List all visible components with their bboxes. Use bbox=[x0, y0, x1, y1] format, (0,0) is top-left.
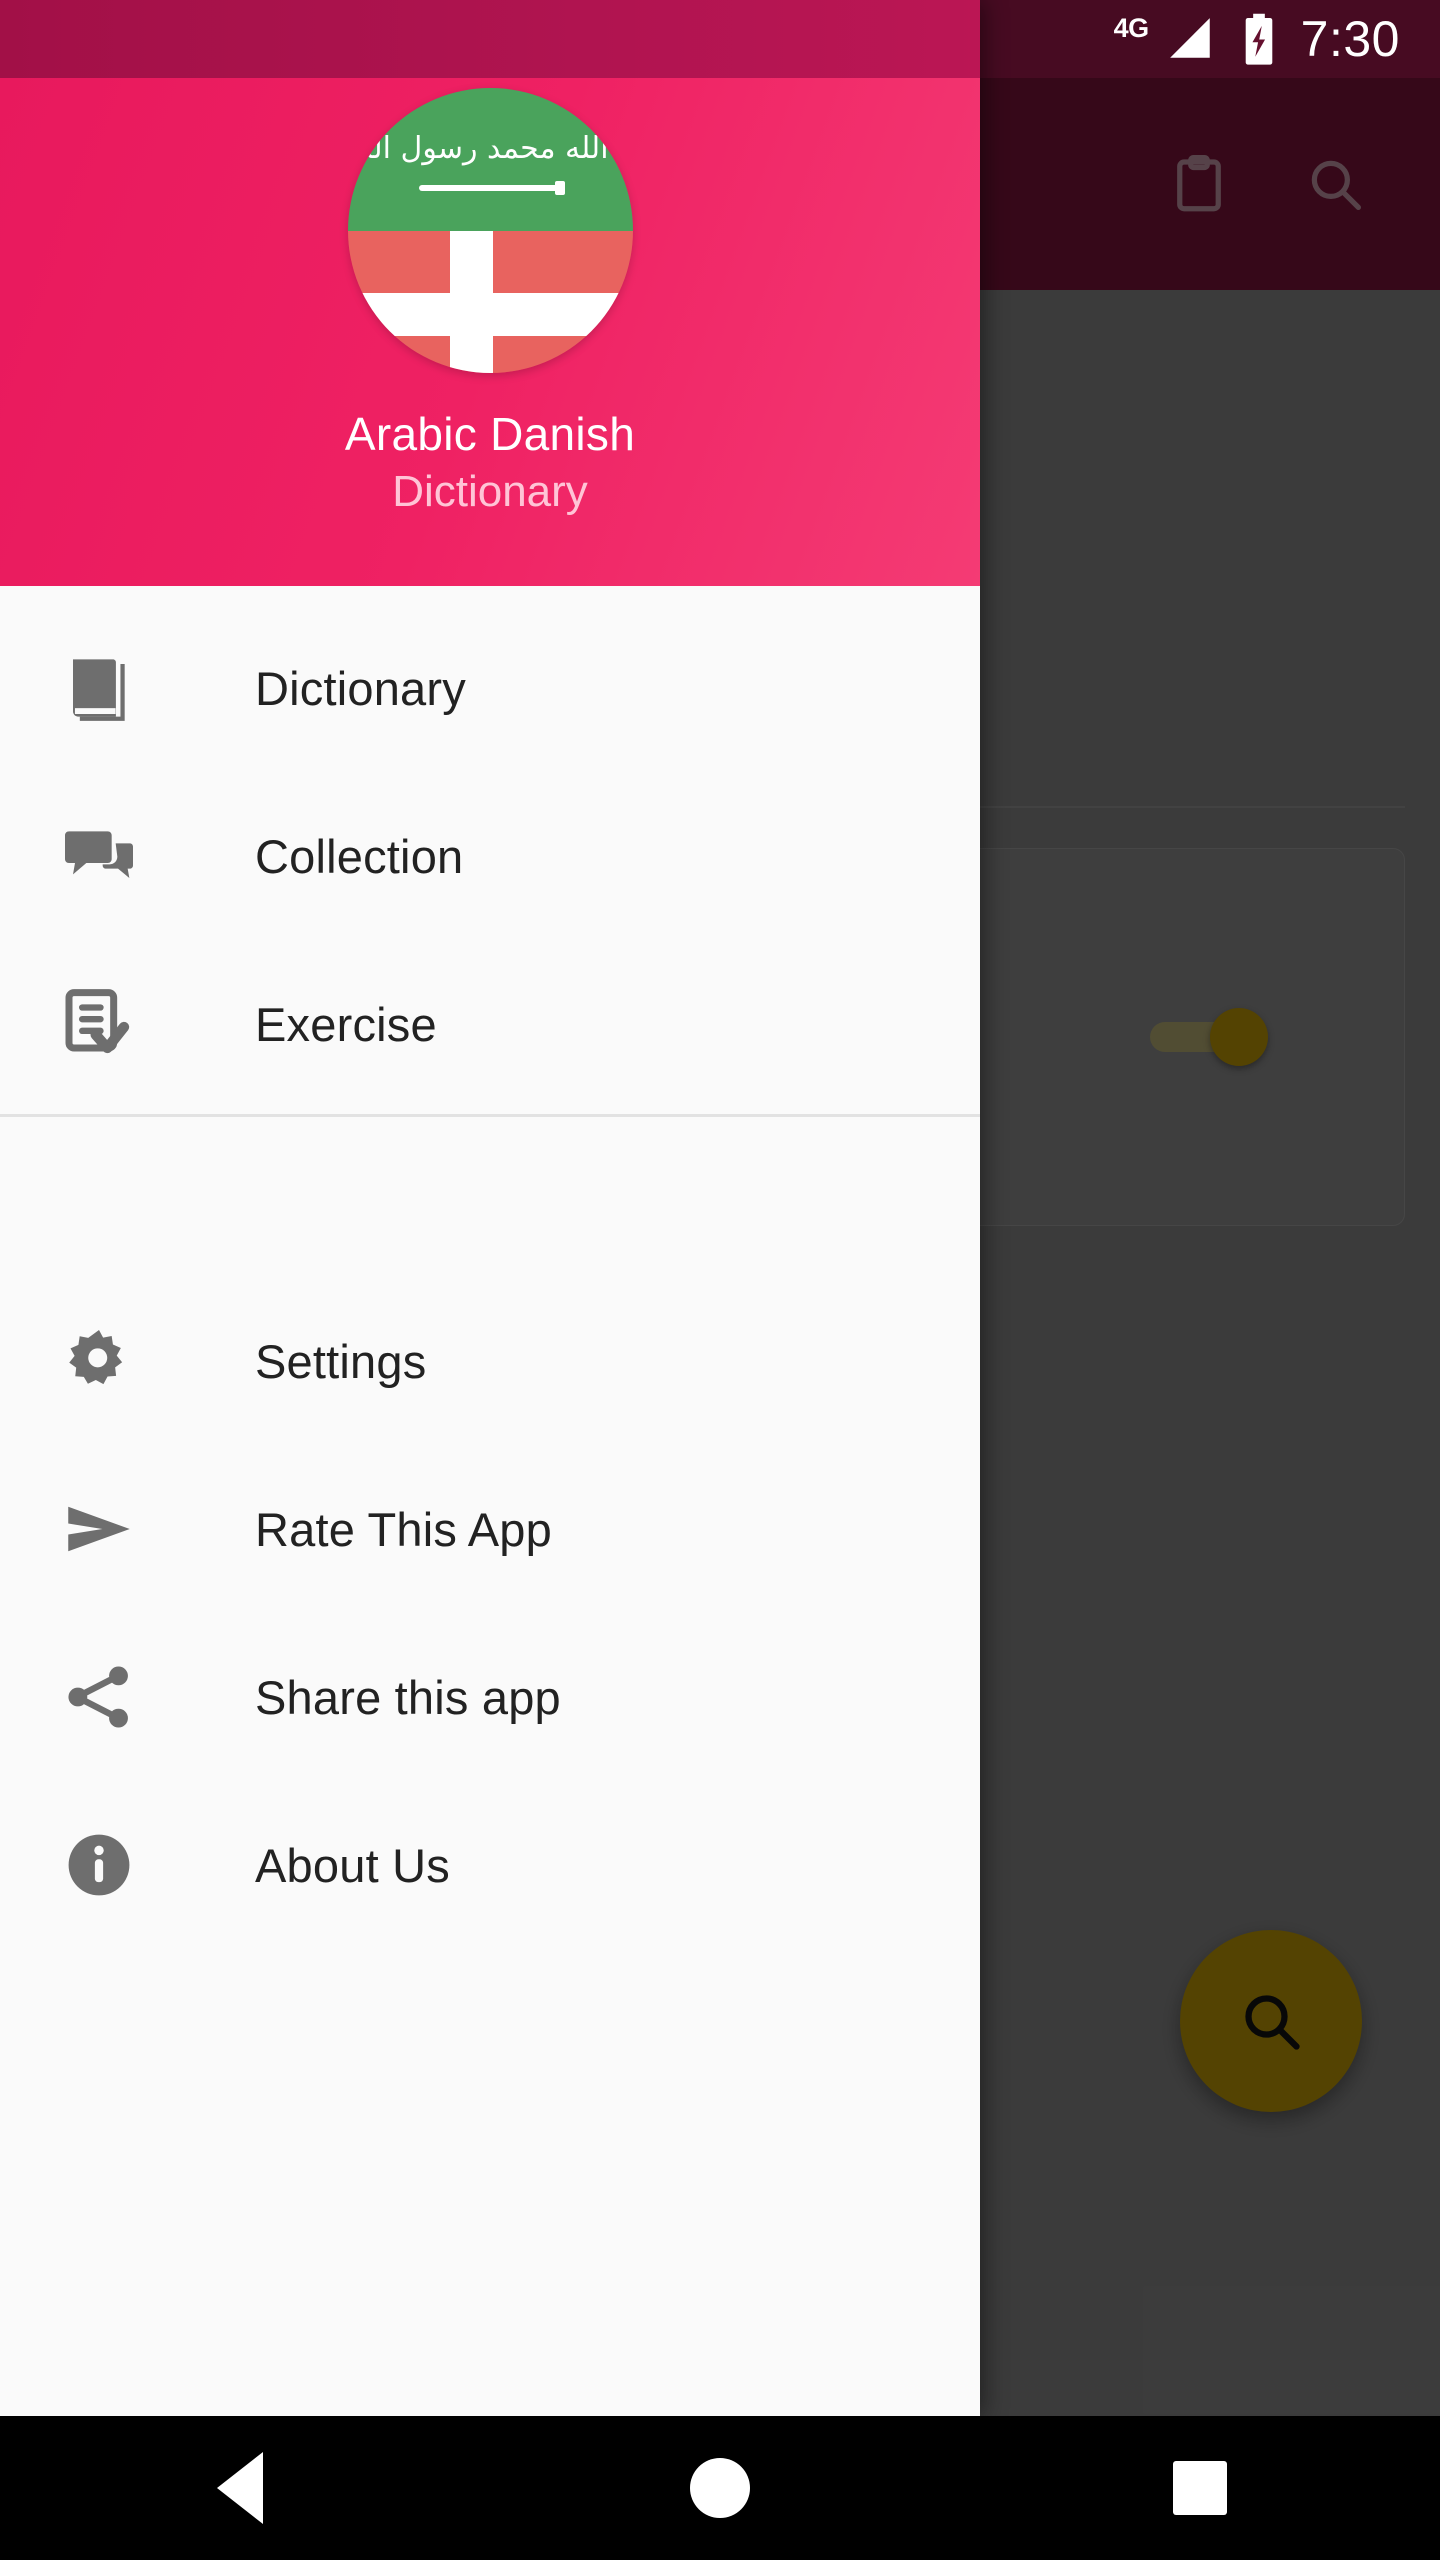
drawer-subtitle: Dictionary bbox=[392, 467, 588, 516]
sidebar-item-label: Collection bbox=[255, 829, 464, 883]
navigation-drawer: لا إله إلا الله محمد رسول الله Arabic Da… bbox=[0, 0, 980, 2416]
sidebar-item-label: Dictionary bbox=[255, 661, 466, 715]
sword-emblem bbox=[418, 180, 565, 195]
search-icon[interactable] bbox=[1302, 151, 1368, 217]
back-button[interactable] bbox=[160, 2416, 320, 2560]
sidebar-item-about-us[interactable]: About Us bbox=[0, 1781, 980, 1949]
book-icon bbox=[56, 645, 142, 731]
search-icon bbox=[1245, 1995, 1300, 2050]
sidebar-item-settings[interactable]: Settings bbox=[0, 1277, 980, 1445]
sidebar-item-exercise[interactable]: Exercise bbox=[0, 940, 980, 1108]
signal-bars-icon bbox=[1165, 14, 1217, 64]
battery-charging-icon bbox=[1239, 11, 1279, 67]
gear-icon bbox=[56, 1318, 142, 1404]
send-arrow-icon bbox=[56, 1486, 142, 1572]
info-icon bbox=[56, 1822, 142, 1908]
shahada-text: لا إله إلا الله محمد رسول الله bbox=[347, 130, 633, 166]
home-circle-icon bbox=[690, 2458, 750, 2518]
sidebar-item-label: Settings bbox=[255, 1334, 427, 1388]
danish-cross-vertical bbox=[450, 230, 493, 373]
drawer-title: Arabic Danish bbox=[344, 408, 636, 460]
toggle-thumb bbox=[1210, 1008, 1268, 1066]
recents-square-icon bbox=[1173, 2461, 1227, 2515]
sidebar-item-label: Share this app bbox=[255, 1670, 561, 1724]
recents-button[interactable] bbox=[1120, 2416, 1280, 2560]
clipboard-icon[interactable] bbox=[1166, 151, 1232, 217]
sidebar-item-share-this-app[interactable]: Share this app bbox=[0, 1613, 980, 1781]
share-icon bbox=[56, 1654, 142, 1740]
network-type-label: 4G bbox=[1113, 12, 1150, 43]
clock-label: 7:30 bbox=[1300, 11, 1400, 67]
drawer-menu: Dictionary Collection Exercise Settings … bbox=[0, 586, 980, 2416]
drawer-status-bar-fill bbox=[0, 0, 980, 78]
back-triangle-icon bbox=[217, 2452, 263, 2524]
flag-avatar-arabic-danish: لا إله إلا الله محمد رسول الله bbox=[347, 88, 633, 373]
sidebar-item-rate-this-app[interactable]: Rate This App bbox=[0, 1445, 980, 1613]
document-check-icon bbox=[56, 981, 142, 1067]
sidebar-item-collection[interactable]: Collection bbox=[0, 772, 980, 940]
drawer-header: لا إله إلا الله محمد رسول الله Arabic Da… bbox=[0, 78, 980, 586]
home-button[interactable] bbox=[640, 2416, 800, 2560]
search-fab[interactable] bbox=[1180, 1930, 1362, 2112]
chat-bubbles-icon bbox=[56, 813, 142, 899]
toggle-switch[interactable] bbox=[1150, 1008, 1268, 1066]
toolbar-actions bbox=[1166, 78, 1440, 290]
sidebar-item-dictionary[interactable]: Dictionary bbox=[0, 604, 980, 772]
menu-spacer bbox=[0, 1117, 980, 1277]
sidebar-item-label: Rate This App bbox=[255, 1502, 552, 1556]
phone-screen: 4G 7:30 لا إله إلا الله محمد رسول الله A… bbox=[0, 0, 1440, 2560]
sidebar-item-label: About Us bbox=[255, 1838, 450, 1892]
sidebar-item-label: Exercise bbox=[255, 997, 437, 1051]
system-navigation-bar bbox=[0, 2416, 1440, 2560]
